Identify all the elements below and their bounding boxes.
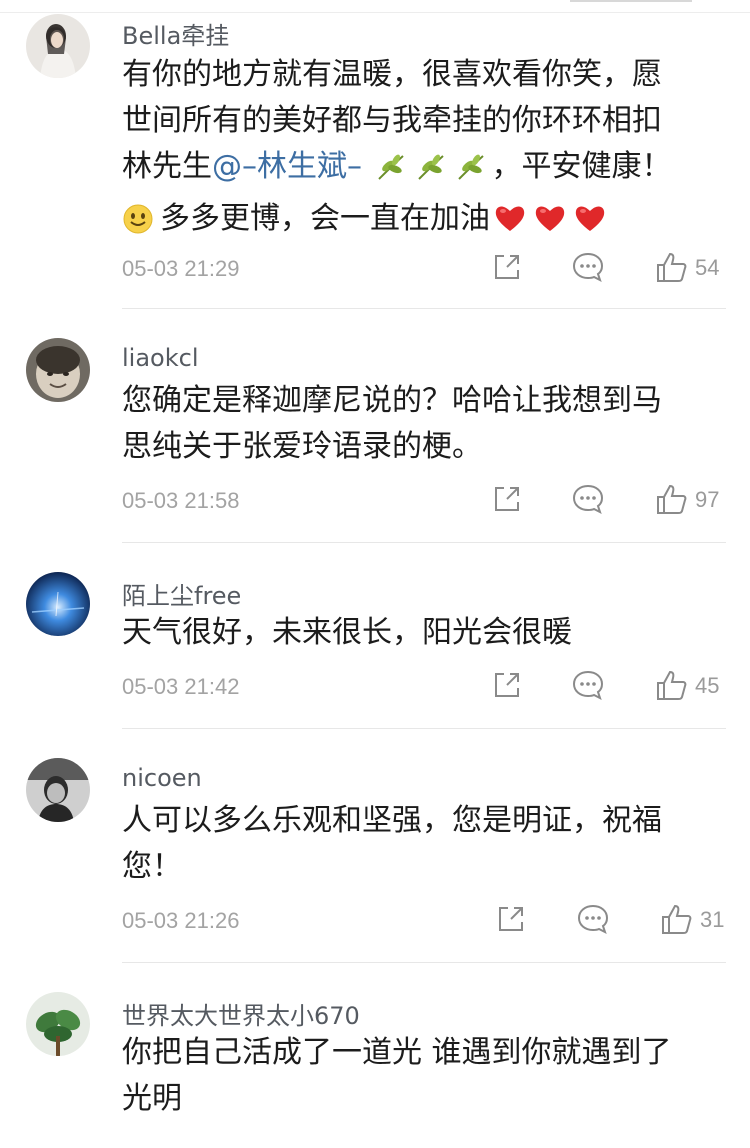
top-scroll-indicator — [570, 0, 692, 2]
leaf-emoji-icon — [416, 150, 446, 196]
like-count: 45 — [695, 673, 720, 698]
smile-emoji-icon — [122, 203, 154, 249]
comment-text: 您确定是释迦摩尼说的？哈哈让我想到马 思纯关于张爱玲语录的梗。 — [122, 378, 712, 470]
comment-icon[interactable] — [576, 902, 610, 936]
comment-text: 有你的地方就有温暖，很喜欢看你笑，愿 世间所有的美好都与我牵挂的你环环相扣 林先… — [122, 52, 712, 249]
thumbs-up-icon — [655, 668, 689, 706]
comment-meta: 05-03 21:26 31 — [0, 902, 750, 942]
comment-line: 多多更博，会一直在加油 — [122, 196, 712, 249]
share-icon[interactable] — [494, 902, 528, 936]
comment-meta: 05-03 21:58 97 — [0, 482, 750, 522]
avatar[interactable] — [26, 758, 90, 822]
like-count: 97 — [695, 487, 720, 512]
thumbs-up-icon — [660, 902, 694, 940]
share-icon[interactable] — [490, 482, 524, 516]
timestamp: 05-03 21:29 — [122, 256, 240, 281]
comment-line: 你把自己活成了一道光 谁遇到你就遇到了 — [122, 1035, 672, 1070]
comment-line: 林先生@–林生斌– ，平安健康！ — [122, 144, 712, 196]
comment-line: 天气很好，未来很长，阳光会很暖 — [122, 615, 572, 650]
like-count: 54 — [695, 255, 720, 280]
comment-line: 您确定是释迦摩尼说的？哈哈让我想到马 — [122, 383, 662, 418]
comment-icon[interactable] — [571, 250, 605, 284]
comment-line: 人可以多么乐观和坚强，您是明证，祝福 — [122, 803, 662, 838]
comment-text-segment: ，平安健康！ — [491, 149, 672, 184]
heart-emoji-icon — [494, 201, 526, 247]
timestamp: 05-03 21:26 — [122, 908, 240, 933]
username[interactable]: 世界太大世界太小670 — [122, 996, 360, 1031]
comment-line: 有你的地方就有温暖，很喜欢看你笑，愿 — [122, 57, 662, 92]
username[interactable]: liaokcl — [122, 344, 199, 372]
timestamp: 05-03 21:58 — [122, 488, 240, 513]
comment-meta: 05-03 21:29 54 — [0, 250, 750, 290]
comment-icon[interactable] — [571, 482, 605, 516]
avatar[interactable] — [26, 14, 90, 78]
leaf-emoji-icon — [456, 150, 486, 196]
heart-emoji-icon — [534, 201, 566, 247]
comment-text: 你把自己活成了一道光 谁遇到你就遇到了 光明 — [122, 1030, 712, 1122]
username[interactable]: nicoen — [122, 764, 202, 792]
top-divider — [0, 12, 750, 13]
divider — [122, 542, 726, 543]
comment-line: 世间所有的美好都与我牵挂的你环环相扣 — [122, 103, 662, 138]
divider — [122, 308, 726, 309]
comment-text-segment: 林先生 — [122, 149, 212, 184]
share-icon[interactable] — [490, 250, 524, 284]
thumbs-up-icon — [655, 482, 689, 520]
divider — [122, 728, 726, 729]
comment-line: 您！ — [122, 849, 182, 884]
username[interactable]: Bella牵挂 — [122, 16, 229, 51]
username[interactable]: 陌上尘free — [122, 576, 241, 611]
timestamp: 05-03 21:42 — [122, 674, 240, 699]
avatar[interactable] — [26, 572, 90, 636]
comment-line: 思纯关于张爱玲语录的梗。 — [122, 429, 482, 464]
comment-meta: 05-03 21:42 45 — [0, 668, 750, 708]
avatar[interactable] — [26, 338, 90, 402]
comment-text: 天气很好，未来很长，阳光会很暖 — [122, 610, 712, 656]
leaf-emoji-icon — [376, 150, 406, 196]
avatar[interactable] — [26, 992, 90, 1056]
share-icon[interactable] — [490, 668, 524, 702]
comment-text: 人可以多么乐观和坚强，您是明证，祝福 您！ — [122, 798, 712, 890]
like-count: 31 — [700, 907, 725, 932]
thumbs-up-icon — [655, 250, 689, 288]
heart-emoji-icon — [574, 201, 606, 247]
comment-text-segment: 多多更博，会一直在加油 — [160, 201, 490, 236]
divider — [122, 962, 726, 963]
mention-link[interactable]: @–林生斌– — [212, 149, 362, 184]
comment-line: 光明 — [122, 1081, 182, 1116]
comment-icon[interactable] — [571, 668, 605, 702]
